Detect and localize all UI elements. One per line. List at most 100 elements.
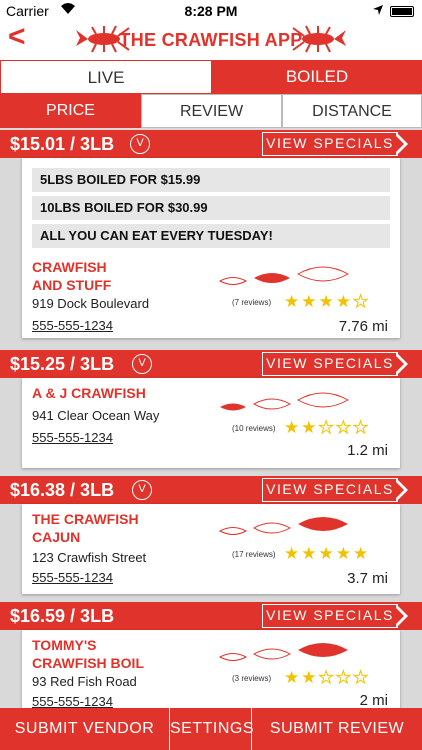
vendor-price: $15.25 / 3LB [10,354,115,374]
price-bar: $16.59 / 3LB VIEW SPECIALS [0,602,422,630]
submit-review-button[interactable]: SUBMIT REVIEW [252,708,422,750]
vendor-name-line: TOMMY'S [32,637,97,653]
review-count: (17 reviews) [232,550,276,559]
crawfish-small-icon [218,272,248,295]
vendor-name-line: CRAWFISH [32,259,107,275]
vendor-distance: 7.76 mi [338,318,388,335]
status-bar: Carrier 8:28 PM [0,0,422,22]
vendor-name-line: CAJUN [32,529,81,545]
tab-distance[interactable]: DISTANCE [282,94,422,128]
vendor-address: 93 Red Fish Road [32,674,137,689]
crawfish-large-icon [296,508,350,545]
special-item: 10LBS BOILED FOR $30.99 [32,196,390,220]
star-rating: ★ ★ ★ ★ ★ [284,292,369,312]
star-filled-icon: ★ [353,544,369,563]
review-count: (7 reviews) [232,298,272,307]
vendor-phone[interactable]: 555-555-1234 [32,570,113,585]
vendor-phone[interactable]: 555-555-1234 [32,318,113,333]
vendor-distance: 2 mi [359,692,388,709]
vendor-card[interactable]: A & J CRAWFISH 941 Clear Ocean Way 555-5… [22,378,400,468]
crawfish-small-icon [218,522,248,545]
vendor-name: A & J CRAWFISH [32,385,146,401]
price-bar: $15.25 / 3LB V VIEW SPECIALS [0,350,422,378]
crawfish-large-icon [296,258,350,295]
crawfish-logo-right-icon [292,24,348,59]
arrow-right-icon [394,604,408,628]
star-rating: ★ ★ ★ ★ ★ [284,418,369,438]
special-item: ALL YOU CAN EAT EVERY TUESDAY! [32,224,390,248]
crawfish-small-icon [218,398,248,421]
type-tabs: LIVE BOILED [0,60,422,94]
view-specials-button[interactable]: VIEW SPECIALS [262,604,398,628]
crawfish-small-icon [218,648,248,671]
star-filled-icon: ★ [284,668,300,687]
chevron-down-icon[interactable]: V [130,134,150,154]
crawfish-large-icon [296,634,350,671]
vendor-address: 919 Dock Boulevard [32,296,150,311]
crawfish-medium-icon [252,266,292,295]
star-filled-icon: ★ [301,668,317,687]
star-rating: ★ ★ ★ ★ ★ [284,544,368,564]
star-filled-icon: ★ [335,544,351,563]
chevron-down-icon[interactable]: V [132,480,152,500]
vendor-distance: 3.7 mi [347,570,388,587]
star-filled-icon: ★ [335,292,351,311]
vendor-phone[interactable]: 555-555-1234 [32,694,113,709]
star-empty-icon: ★ [352,668,369,688]
crawfish-large-icon [296,384,350,421]
vendor-distance: 1.2 mi [347,442,388,459]
star-filled-icon: ★ [318,292,334,311]
vendor-card[interactable]: TOMMY'S CRAWFISH BOIL 93 Red Fish Road 5… [22,630,400,709]
arrow-right-icon [394,478,408,502]
vendor-name-line: CRAWFISH BOIL [32,655,144,671]
vendor-price: $16.38 / 3LB [10,480,115,500]
price-bar: $15.01 / 3LB V VIEW SPECIALS [0,130,422,158]
star-empty-icon: ★ [335,668,351,688]
vendor-price: $16.59 / 3LB [10,606,115,626]
star-empty-icon: ★ [352,418,369,438]
submit-vendor-button[interactable]: SUBMIT VENDOR [0,708,170,750]
crawfish-medium-icon [252,392,292,421]
size-icons [218,634,350,671]
tab-review[interactable]: REVIEW [141,94,282,128]
tab-price[interactable]: PRICE [0,94,141,128]
vendor-name-line: AND STUFF [32,277,112,293]
vendor-card[interactable]: THE CRAWFISH CAJUN 123 Crawfish Street 5… [22,504,400,594]
crawfish-medium-icon [252,516,292,545]
vendor-list: $15.01 / 3LB V VIEW SPECIALS 5LBS BOILED… [0,128,422,709]
size-icons [218,508,350,545]
star-empty-icon: ★ [335,418,351,438]
tab-boiled[interactable]: BOILED [212,60,422,94]
view-specials-button[interactable]: VIEW SPECIALS [262,478,398,502]
crawfish-medium-icon [252,642,292,671]
location-arrow-icon [372,3,384,19]
arrow-right-icon [394,132,408,156]
star-empty-icon: ★ [352,292,369,312]
star-empty-icon: ★ [318,418,334,438]
special-item: 5LBS BOILED FOR $15.99 [32,168,390,192]
vendor-price: $15.01 / 3LB [10,134,115,154]
status-time: 8:28 PM [184,3,238,19]
view-specials-button[interactable]: VIEW SPECIALS [262,352,398,376]
app-title: THE CRAWFISH APP [119,30,303,50]
size-icons [218,384,350,421]
review-count: (3 reviews) [232,674,272,683]
star-filled-icon: ★ [301,544,317,563]
app-header: < THE CRAWFISH APP [0,20,422,60]
settings-button[interactable]: SETTINGS [170,708,254,750]
star-filled-icon: ★ [284,418,300,437]
vendor-card[interactable]: 5LBS BOILED FOR $15.99 10LBS BOILED FOR … [22,158,400,338]
vendor-phone[interactable]: 555-555-1234 [32,430,113,445]
view-specials-button[interactable]: VIEW SPECIALS [262,132,398,156]
review-count: (10 reviews) [232,424,276,433]
star-empty-icon: ★ [318,668,334,688]
tab-live[interactable]: LIVE [0,60,212,94]
vendor-name: TOMMY'S CRAWFISH BOIL [32,636,144,672]
star-filled-icon: ★ [301,418,317,437]
chevron-down-icon[interactable]: V [132,354,152,374]
sort-tabs: PRICE REVIEW DISTANCE [0,94,422,128]
vendor-name: THE CRAWFISH CAJUN [32,510,139,546]
star-filled-icon: ★ [318,544,334,563]
star-filled-icon: ★ [284,292,300,311]
arrow-right-icon [394,352,408,376]
